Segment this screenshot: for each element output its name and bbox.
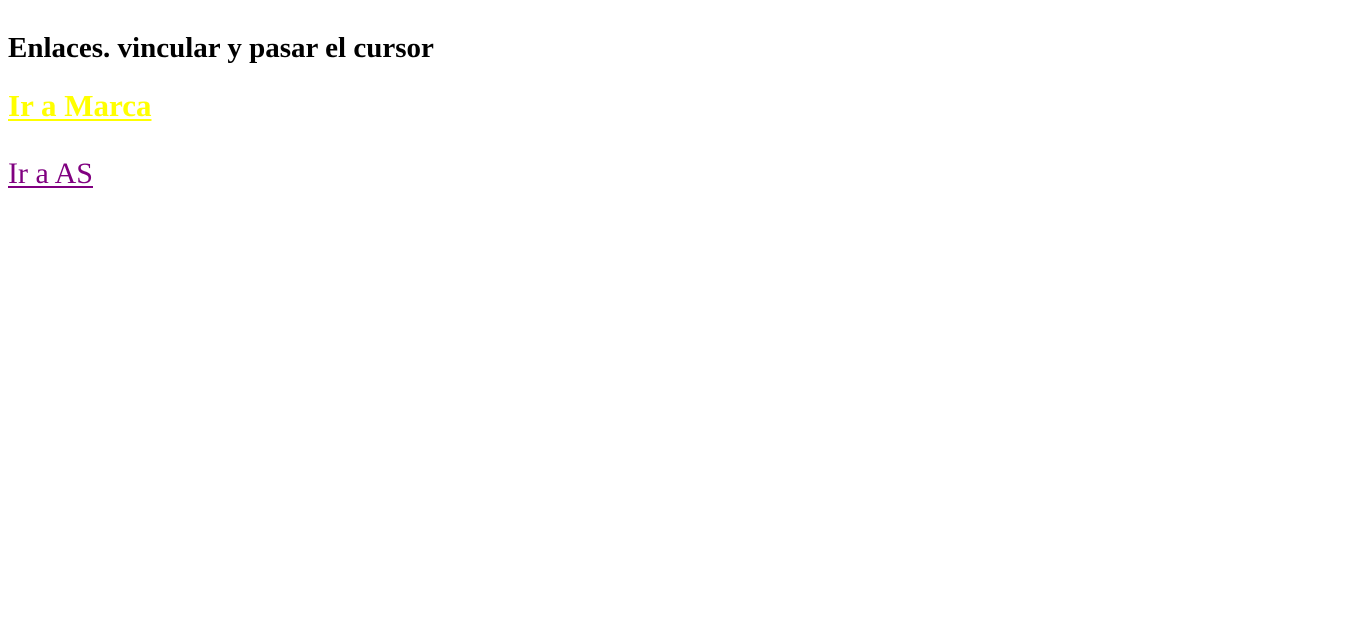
page-title: Enlaces. vincular y pasar el cursor — [8, 32, 434, 64]
link-ir-a-marca[interactable]: Ir a Marca — [8, 88, 151, 124]
page: Enlaces. vincular y pasar el cursor Ir a… — [0, 0, 1366, 643]
link-ir-a-as[interactable]: Ir a AS — [8, 156, 93, 191]
